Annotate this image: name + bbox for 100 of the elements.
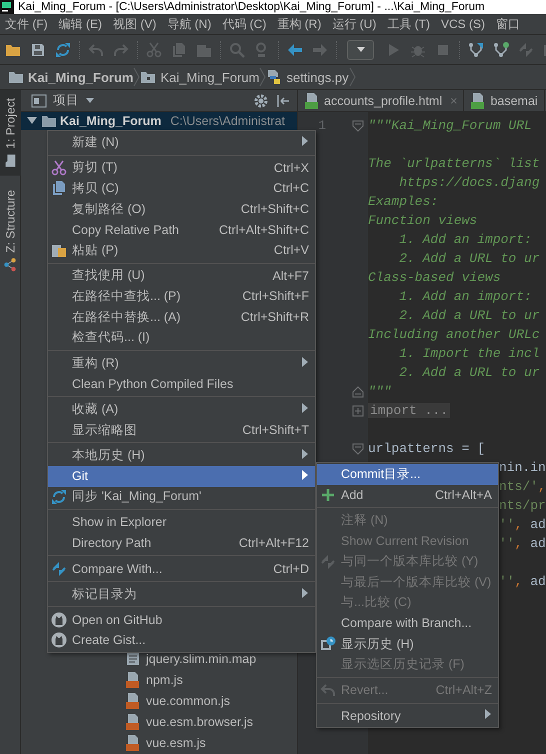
plus-icon (320, 486, 336, 503)
save-icon[interactable] (30, 42, 46, 58)
tree-item[interactable]: npm.js (21, 670, 297, 691)
menu-item[interactable]: Compare with Branch... (317, 613, 498, 634)
menu-item[interactable]: 本地历史 (H) (48, 445, 315, 466)
tree-item[interactable]: vue.esm.browser.js (21, 711, 297, 732)
code-line: """Kai_Ming_Forum URL (368, 118, 532, 133)
branch-icon[interactable] (468, 42, 484, 58)
menu-item[interactable]: 检查代码... (I) (48, 327, 315, 348)
settings-icon[interactable] (253, 92, 269, 108)
clock-icon (320, 636, 336, 652)
menu-item[interactable]: 标记目录为 (48, 584, 315, 604)
tree-item[interactable]: vue.esm.js (21, 732, 297, 753)
menu-item[interactable]: 拷贝 (C) Ctrl+C (48, 178, 315, 199)
collapse-icon[interactable] (275, 92, 291, 108)
code-line: Including another URLc (368, 327, 540, 342)
menu-item[interactable]: 新建 (N) (48, 132, 315, 153)
code-line: urlpatterns = [ (368, 441, 486, 456)
breadcrumb-item[interactable]: Kai_Ming_Forum (140, 69, 260, 85)
menu-item[interactable]: VCS (S) (438, 15, 488, 33)
menu-item[interactable]: Directory Path Ctrl+Alt+F12 (48, 532, 315, 554)
caret-icon[interactable] (85, 97, 95, 104)
shortcut-label: Ctrl+Shift+R (240, 310, 309, 324)
shortcut-label: Alt+F7 (272, 268, 309, 283)
chevron-icon (259, 67, 266, 87)
fold-marker-icon[interactable] (352, 120, 364, 132)
menu-item[interactable]: 视图 (V) (110, 14, 160, 34)
menu-item[interactable]: 复制路径 (O) Ctrl+Shift+C (48, 198, 315, 220)
sync-icon[interactable] (55, 42, 71, 58)
menu-item[interactable]: Open on GitHub (48, 609, 315, 630)
js-file-icon (125, 692, 141, 709)
menu-item[interactable]: 查找使用 (U) Alt+F7 (48, 266, 315, 286)
menu-item[interactable]: Clean Python Compiled Files (48, 374, 315, 394)
tool-window-tab[interactable]: Z: Structure (0, 182, 21, 280)
menu-item[interactable]: 窗口 (493, 14, 524, 34)
js-file-icon (125, 672, 141, 688)
menu-item[interactable]: Commit目录... (317, 464, 498, 485)
tree-item[interactable]: Kai_Ming_Forum C:\Users\Administrat (21, 112, 297, 130)
shortcut-label: Ctrl+V (272, 243, 309, 258)
menu-item[interactable]: Show in Explorer (48, 512, 315, 533)
menu-item[interactable]: Git (48, 466, 315, 486)
menu-item[interactable]: 同步 'Kai_Ming_Forum' (48, 486, 315, 508)
menu-item[interactable]: 重构 (R) (48, 352, 315, 374)
menu-item[interactable]: 编辑 (E) (56, 14, 105, 34)
menu-item[interactable]: 工具 (T) (384, 14, 433, 34)
js-file-icon (125, 734, 141, 751)
menu-item[interactable]: Create Gist... (48, 630, 315, 651)
code-line: '', ad (499, 574, 546, 589)
project-view-icon (31, 92, 47, 108)
view-selector[interactable]: 项目 (53, 92, 79, 109)
shortcut-label: Ctrl+D (272, 562, 309, 576)
folder-icon (140, 69, 156, 85)
menu-item[interactable]: Copy Relative Path Ctrl+Alt+Shift+C (48, 219, 315, 240)
undo-icon (320, 682, 336, 698)
code-line: 2. Add a URL to ur (398, 365, 540, 380)
code-line: 2. Add a URL to ur (398, 251, 540, 266)
menu-item[interactable]: 显示缩略图 Ctrl+Shift+T (48, 420, 315, 440)
menu-item[interactable]: 代码 (C) (219, 14, 270, 34)
menu-item[interactable]: 重构 (R) (274, 14, 324, 34)
breadcrumb-item[interactable]: settings.py (266, 69, 349, 85)
breadcrumb-item[interactable]: Kai_Ming_Forum (8, 69, 134, 85)
html-file-icon (304, 92, 320, 108)
folder-icon (4, 154, 18, 168)
html-file-icon (470, 92, 486, 108)
menu-item[interactable]: 剪切 (T) Ctrl+X (48, 158, 315, 178)
arrows-icon (51, 560, 67, 577)
code-line: nts/', (499, 479, 546, 494)
tree-item[interactable]: vue.common.js (21, 690, 297, 712)
scissors-icon (51, 160, 67, 176)
menu-item[interactable]: 导航 (N) (164, 14, 214, 34)
fold-marker-icon[interactable] (352, 386, 364, 398)
menu-item[interactable]: 文件 (F) (2, 14, 51, 34)
arrows-icon (320, 554, 336, 570)
menu-item[interactable]: 收藏 (A) (48, 399, 315, 420)
fold-marker-icon[interactable] (352, 404, 364, 416)
shortcut-label: Ctrl+Alt+A (434, 488, 492, 502)
code-line: Function views (368, 213, 478, 228)
back-arrow-icon[interactable] (287, 42, 303, 58)
code-line: """ (368, 384, 392, 399)
chevron-icon (348, 67, 356, 87)
configuration-dropdown[interactable] (347, 40, 374, 60)
branch-icon[interactable] (493, 42, 509, 58)
menu-item[interactable]: Repository (317, 706, 498, 726)
menu-item[interactable]: 运行 (U) (329, 14, 380, 34)
code-line: 1. Add an import: (398, 232, 532, 247)
menu-item[interactable]: Compare With... Ctrl+D (48, 558, 315, 579)
tool-window-tab[interactable]: 1: Project (0, 90, 21, 176)
fold-marker-icon[interactable] (352, 442, 364, 454)
tree-item[interactable]: jquery.slim.min.map (21, 649, 297, 670)
menu-item[interactable]: 粘贴 (P) Ctrl+V (48, 240, 315, 261)
menu-item[interactable]: Add Ctrl+Alt+A (317, 484, 498, 506)
menu-item[interactable]: 在路径中替换... (A) Ctrl+Shift+R (48, 306, 315, 328)
menu-item[interactable]: 在路径中查找... (P) Ctrl+Shift+F (48, 286, 315, 307)
code-line: 1. Add an import: (398, 289, 532, 304)
folder-icon (8, 69, 24, 85)
shortcut-label: Ctrl+Shift+C (240, 202, 309, 216)
code-line: 2. Add a URL to ur (398, 308, 540, 323)
structure-icon (4, 257, 18, 272)
shortcut-label: Ctrl+Alt+Z (434, 683, 492, 698)
menu-item[interactable]: 显示历史 (H) (317, 634, 498, 654)
